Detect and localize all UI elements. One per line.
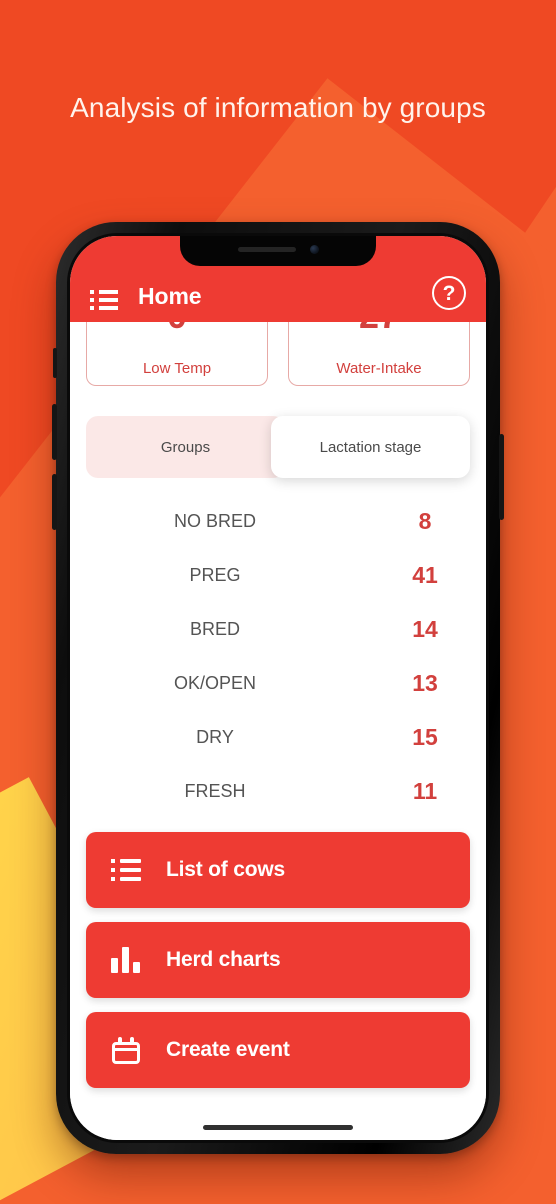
phone-volume-up-button	[52, 404, 57, 460]
action-button-label: Herd charts	[166, 948, 281, 971]
group-label: FRESH	[184, 780, 246, 801]
list-item[interactable]: NO BRED 8	[86, 494, 470, 548]
stat-card-low-temp[interactable]: 0 Low Temp	[86, 322, 268, 386]
list-item[interactable]: OK/OPEN 13	[86, 656, 470, 710]
earpiece-speaker	[237, 247, 296, 252]
create-event-button[interactable]: Create event	[86, 1012, 470, 1088]
tab-groups[interactable]: Groups	[86, 416, 285, 478]
action-button-label: List of cows	[166, 858, 285, 881]
list-item[interactable]: FRESH 11	[86, 764, 470, 818]
promo-headline: Analysis of information by groups	[70, 92, 486, 123]
list-menu-icon[interactable]	[90, 290, 118, 310]
phone-volume-down-button	[52, 474, 57, 530]
group-value: 8	[418, 507, 432, 534]
front-camera-icon	[309, 245, 319, 254]
list-item[interactable]: PREG 41	[86, 548, 470, 602]
phone-silent-switch	[53, 348, 57, 378]
promo-screenshot: Analysis of information by groups Home ?…	[0, 0, 556, 1204]
list-item[interactable]: DRY 15	[86, 710, 470, 764]
group-value: 41	[412, 561, 438, 588]
group-label: PREG	[189, 564, 241, 585]
phone-notch	[180, 236, 376, 266]
page-title: Home	[138, 283, 202, 309]
calendar-icon	[110, 1035, 142, 1065]
phone-bezel: Home ? 0 Low Temp 27 Water-Intake	[67, 233, 489, 1143]
stat-card-row: 0 Low Temp 27 Water-Intake	[86, 322, 470, 386]
bar-chart-icon	[110, 945, 142, 975]
group-value: 13	[412, 669, 438, 696]
group-value: 11	[412, 777, 438, 804]
help-circle-icon[interactable]: ?	[432, 276, 466, 310]
herd-charts-button[interactable]: Herd charts	[86, 922, 470, 998]
stat-card-water-intake[interactable]: 27 Water-Intake	[288, 322, 470, 386]
phone-mockup: Home ? 0 Low Temp 27 Water-Intake	[52, 222, 504, 1154]
home-indicator[interactable]	[203, 1125, 353, 1130]
phone-screen: Home ? 0 Low Temp 27 Water-Intake	[70, 236, 486, 1140]
stat-card-label: Water-Intake	[336, 360, 422, 377]
segmented-control: Groups Lactation stage	[86, 416, 470, 478]
group-label: BRED	[189, 618, 240, 639]
group-value: 15	[412, 723, 438, 750]
group-value: 14	[412, 615, 438, 642]
phone-power-button	[499, 434, 504, 520]
group-label: OK/OPEN	[173, 672, 257, 693]
stat-card-value: 27	[289, 322, 469, 337]
groups-list: NO BRED 8 PREG 41 BRED 14 OK/OPEN 13 DRY…	[86, 494, 470, 818]
group-label: DRY	[196, 726, 234, 747]
list-icon	[110, 855, 142, 885]
stat-card-value: 0	[87, 322, 267, 337]
action-button-group: List of cows Herd charts Create event	[86, 832, 470, 1088]
action-button-label: Create event	[166, 1038, 290, 1061]
tab-lactation-stage[interactable]: Lactation stage	[271, 416, 470, 478]
list-of-cows-button[interactable]: List of cows	[86, 832, 470, 908]
stat-card-label: Low Temp	[142, 360, 212, 377]
screen-content: 0 Low Temp 27 Water-Intake Groups Lactat…	[70, 322, 486, 1140]
group-label: NO BRED	[173, 510, 256, 531]
list-item[interactable]: BRED 14	[86, 602, 470, 656]
